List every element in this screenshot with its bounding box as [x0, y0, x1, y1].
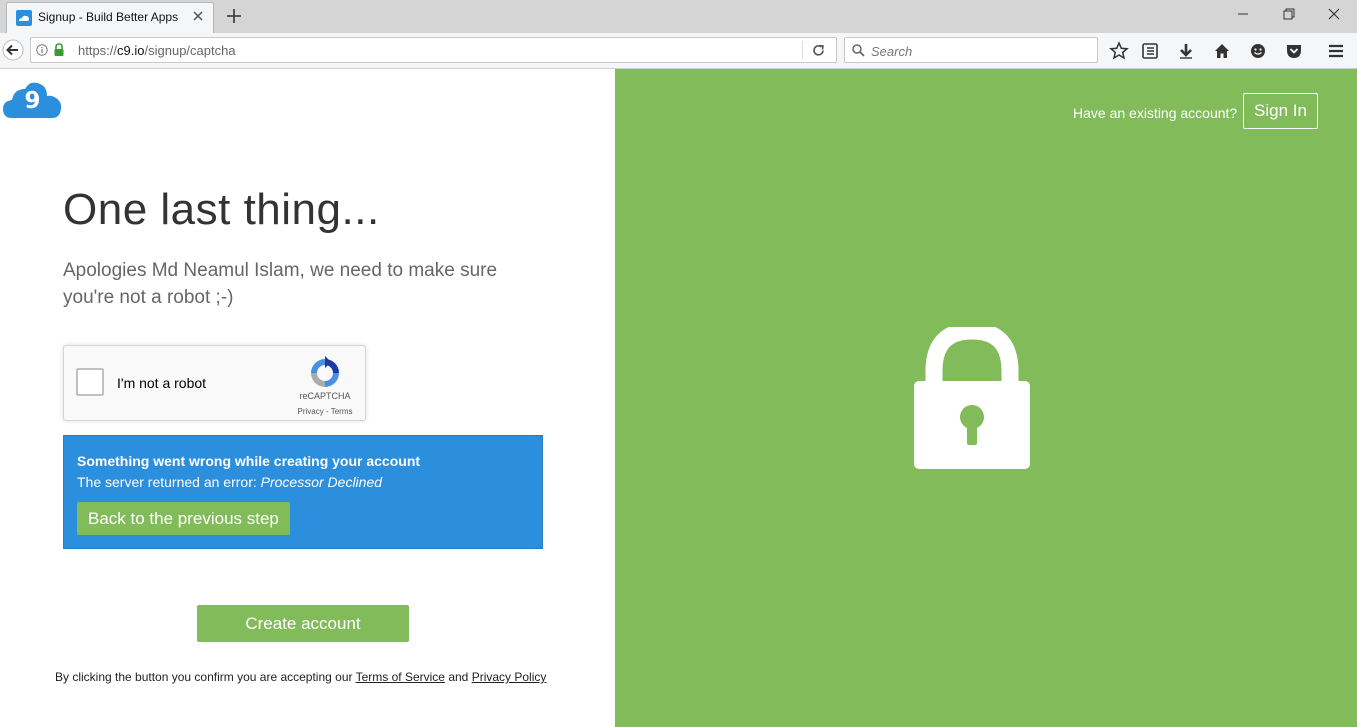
recaptcha-brand: reCAPTCHA: [299, 391, 351, 401]
browser-tab-bar: Signup - Build Better Apps: [0, 0, 1357, 33]
url-separator: [802, 41, 803, 59]
recaptcha-logo-icon: [311, 356, 339, 387]
page-subtitle: Apologies Md Neamul Islam, we need to ma…: [63, 260, 498, 308]
minimize-window-icon[interactable]: [1236, 7, 1250, 21]
error-message: The server returned an error: Processor …: [77, 474, 382, 490]
signup-form-panel: 9 One last thing... Apologies Md Neamul …: [0, 69, 615, 727]
url-host: c9.io: [117, 43, 145, 58]
error-message-detail: Processor Declined: [260, 474, 383, 490]
cloud9-favicon-icon: [16, 10, 32, 26]
pocket-icon[interactable]: [1284, 41, 1304, 61]
sign-in-button[interactable]: Sign In: [1243, 93, 1318, 129]
new-tab-icon[interactable]: [224, 6, 244, 26]
back-to-previous-step-button[interactable]: Back to the previous step: [77, 502, 290, 535]
browser-tab[interactable]: Signup - Build Better Apps: [6, 2, 214, 33]
reload-icon[interactable]: [810, 42, 827, 59]
recaptcha-widget: I'm not a robot reCAPTCHA Privacy - Term…: [63, 345, 366, 421]
error-alert: Something went wrong while creating your…: [63, 435, 543, 549]
bookmarks-list-icon[interactable]: [1140, 41, 1160, 61]
terms-notice: By clicking the button you confirm you a…: [55, 670, 546, 684]
terms-of-service-link[interactable]: Terms of Service: [356, 670, 445, 684]
secure-lock-icon[interactable]: [53, 43, 65, 57]
page-title: One last thing...: [63, 185, 380, 234]
cloud9-logo-icon[interactable]: 9: [3, 81, 62, 119]
browser-nav-bar: https://c9.io/signup/captcha Search: [0, 33, 1357, 69]
restore-window-icon[interactable]: [1282, 7, 1296, 21]
search-bar[interactable]: Search: [844, 37, 1098, 63]
illustration-panel: Have an existing account? Sign In: [615, 69, 1357, 727]
bookmark-star-icon[interactable]: [1109, 41, 1129, 61]
create-account-button[interactable]: Create account: [197, 605, 409, 642]
info-icon[interactable]: [36, 44, 48, 56]
search-icon: [852, 44, 865, 57]
url-path: /signup/captcha: [144, 43, 236, 58]
svg-text:9: 9: [24, 88, 40, 114]
search-placeholder: Search: [871, 44, 913, 59]
error-message-prefix: The server returned an error:: [77, 474, 257, 490]
url-text[interactable]: https://c9.io/signup/captcha: [78, 43, 236, 58]
terms-and: and: [448, 670, 469, 684]
terms-prefix: By clicking the button you confirm you a…: [55, 670, 353, 684]
signup-page: 9 One last thing... Apologies Md Neamul …: [0, 69, 1357, 727]
recaptcha-privacy-terms-links[interactable]: Privacy - Terms: [293, 407, 357, 416]
url-bar[interactable]: https://c9.io/signup/captcha: [30, 37, 837, 63]
hello-chat-icon[interactable]: [1248, 41, 1268, 61]
recaptcha-label: I'm not a robot: [117, 375, 207, 391]
menu-hamburger-icon[interactable]: [1326, 41, 1346, 61]
close-window-icon[interactable]: [1327, 7, 1341, 21]
padlock-icon: [914, 327, 1030, 469]
existing-account-text: Have an existing account?: [1073, 105, 1238, 121]
url-prefix: https://: [78, 43, 118, 58]
tab-title: Signup - Build Better Apps: [38, 10, 179, 24]
home-icon[interactable]: [1212, 41, 1232, 61]
close-tab-icon[interactable]: [191, 9, 205, 23]
error-title: Something went wrong while creating your…: [77, 453, 421, 469]
downloads-icon[interactable]: [1176, 41, 1196, 61]
recaptcha-checkbox[interactable]: [76, 368, 104, 396]
back-arrow-icon[interactable]: [2, 39, 24, 61]
privacy-policy-link[interactable]: Privacy Policy: [472, 670, 547, 684]
